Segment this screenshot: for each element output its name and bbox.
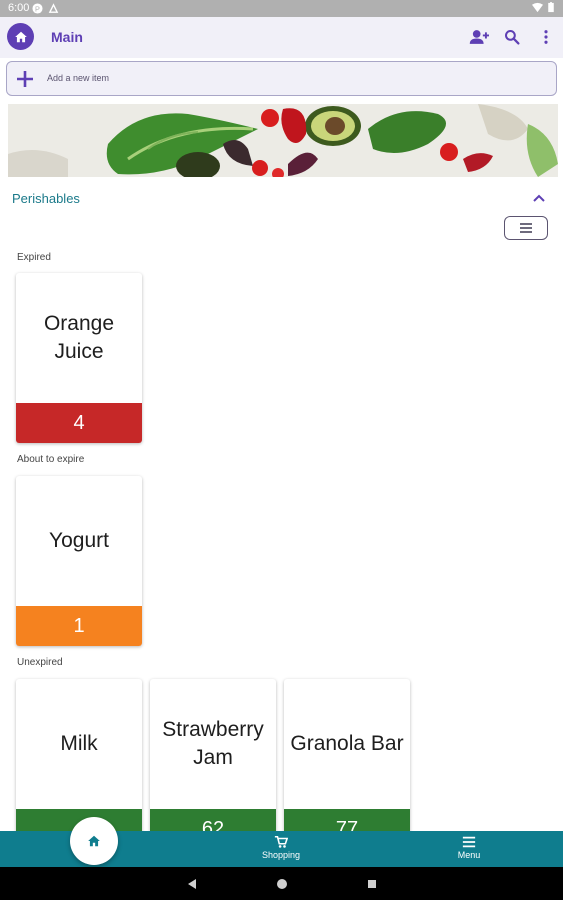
nav-menu[interactable]: Menu <box>429 831 509 867</box>
system-navigation-bar <box>0 867 563 900</box>
nav-menu-label: Menu <box>457 850 481 860</box>
home-circle-icon[interactable] <box>275 877 289 891</box>
add-user-button[interactable] <box>469 27 489 47</box>
vegetables-banner-image <box>8 104 558 177</box>
list-view-button[interactable] <box>504 216 548 240</box>
back-icon[interactable] <box>185 877 199 891</box>
group-label-expired: Expired <box>17 252 51 263</box>
item-count: 4 <box>16 403 142 443</box>
home-icon <box>88 835 100 847</box>
recents-icon[interactable] <box>365 877 379 891</box>
svg-text:P: P <box>35 4 40 13</box>
nav-home-button[interactable] <box>70 817 118 865</box>
nav-shopping[interactable]: Shopping <box>241 831 321 867</box>
item-name: Strawberry Jam <box>162 718 264 769</box>
nav-shopping-label: Shopping <box>261 850 301 860</box>
app-bar: Main <box>0 17 563 58</box>
battery-icon <box>548 2 554 13</box>
page-title: Main <box>51 29 83 45</box>
add-item-label: Add a new item <box>47 73 110 83</box>
search-button[interactable] <box>502 27 522 47</box>
item-name: Granola Bar <box>290 732 404 755</box>
item-card-yogurt[interactable]: Yogurt 1 <box>16 476 142 646</box>
home-button[interactable] <box>7 23 34 50</box>
wifi-icon <box>532 2 543 13</box>
status-bar: 6:00 P <box>0 0 563 17</box>
menu-icon <box>462 836 476 848</box>
shopping-cart-icon <box>274 835 288 848</box>
item-card-granola-bar[interactable]: Granola Bar 77 <box>284 679 410 849</box>
item-count: 1 <box>16 606 142 646</box>
add-item-bar[interactable]: Add a new item <box>6 61 557 96</box>
item-name: Milk <box>60 732 98 755</box>
item-card-strawberry-jam[interactable]: Strawberry Jam 62 <box>150 679 276 849</box>
item-name: Yogurt <box>49 529 109 552</box>
more-options-button[interactable] <box>536 27 556 47</box>
section-title: Perishables <box>12 191 80 206</box>
notification-p-icon: P <box>32 3 43 14</box>
home-icon <box>14 31 27 42</box>
search-icon <box>505 30 520 45</box>
chevron-up-icon[interactable] <box>531 190 547 206</box>
item-name: Orange Juice <box>43 312 115 363</box>
list-lines-icon <box>520 223 532 233</box>
status-icons <box>532 2 555 13</box>
vegetables-illustration <box>8 104 558 177</box>
group-label-about-to-expire: About to expire <box>17 454 85 465</box>
add-user-icon <box>469 30 489 44</box>
plus-icon <box>17 71 33 87</box>
status-time: 6:00 <box>8 2 30 14</box>
item-card-orange-juice[interactable]: Orange Juice 4 <box>16 273 142 443</box>
perishables-section-header[interactable]: Perishables <box>0 180 563 215</box>
notification-signal-icon <box>48 3 59 13</box>
group-label-unexpired: Unexpired <box>17 657 63 668</box>
more-vert-icon <box>544 30 548 44</box>
